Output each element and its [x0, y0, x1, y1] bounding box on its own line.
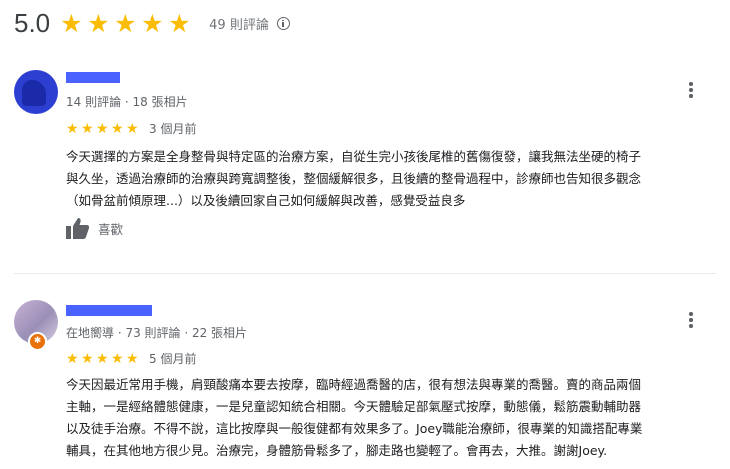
avatar[interactable] — [14, 70, 58, 114]
review-time: 5 個月前 — [149, 352, 197, 366]
star-icon: ★ — [87, 8, 110, 38]
star-icon: ★ — [111, 350, 124, 367]
reviewer-meta: 在地嚮導 · 73 則評論 · 22 張相片 — [66, 326, 248, 340]
divider — [14, 273, 716, 274]
review-rating: ★ ★ ★ ★ ★ 3 個月前 — [66, 120, 196, 137]
review-rating: ★ ★ ★ ★ ★ 5 個月前 — [66, 350, 196, 367]
review-text-line: 今天選擇的方案是全身整骨與特定區的治療方案，自從生完小孩後尾椎的舊傷復發，讓我無… — [66, 149, 642, 164]
reviewer-name[interactable] — [66, 305, 152, 316]
review-text: 今天選擇的方案是全身整骨與特定區的治療方案，自從生完小孩後尾椎的舊傷復發，讓我無… — [66, 146, 641, 212]
review-count[interactable]: 49 則評論 — [209, 14, 269, 33]
review-time: 3 個月前 — [149, 122, 197, 136]
more-options-icon[interactable] — [689, 82, 693, 100]
review-text-line: （如骨盆前傾原理...）以及後續回家自己如何緩解與改善，感覺受益良多 — [66, 193, 466, 208]
reviewer-name[interactable] — [66, 72, 120, 83]
thumbs-up-icon — [66, 218, 90, 239]
review-text-line: 輔具，在其他地方很少見。治療完，身體筋骨鬆多了，腳走路也變輕了。會再去，大推。謝… — [66, 443, 608, 458]
rating-summary: 5.0 ★ ★ ★ ★ ★ 49 則評論 — [14, 6, 290, 40]
review-text-line: 與久坐，透過治療師的治療與跨寬調整後，整個緩解很多，且後續的整骨過程中，診療師也… — [66, 171, 642, 186]
local-guide-badge-icon: ✱ — [28, 332, 47, 351]
star-icon: ★ — [60, 8, 83, 38]
review-text-line: 主軸，一是經絡體態健康，一是兒童認知統合相關。今天體驗足部氣壓式按摩，動態儀，鬆… — [66, 399, 642, 414]
reviewer-meta: 14 則評論 · 18 張相片 — [66, 95, 188, 109]
average-score: 5.0 — [14, 7, 51, 38]
star-icon: ★ — [96, 350, 109, 367]
star-icon: ★ — [111, 120, 124, 137]
star-icon: ★ — [96, 120, 109, 137]
star-icon: ★ — [81, 120, 94, 137]
star-icon: ★ — [66, 120, 79, 137]
like-button[interactable]: 喜歡 — [66, 217, 123, 239]
more-options-icon[interactable] — [689, 312, 693, 330]
review-text-line: 今天因最近常用手機，肩頸酸痛本要去按摩，臨時經過喬醫的店，很有想法與專業的喬醫。… — [66, 377, 642, 392]
star-icon: ★ — [126, 120, 139, 137]
review-text: 今天因最近常用手機，肩頸酸痛本要去按摩，臨時經過喬醫的店，很有想法與專業的喬醫。… — [66, 374, 642, 462]
star-icon: ★ — [114, 8, 137, 38]
star-icon: ★ — [81, 350, 94, 367]
like-label: 喜歡 — [98, 221, 124, 237]
info-icon[interactable] — [276, 16, 290, 30]
star-icon: ★ — [168, 8, 191, 38]
review-text-line: 以及徒手治療。不得不說，這比按摩與一般復健都有效果多了。Joey職能治療師，很專… — [66, 421, 643, 436]
star-icon: ★ — [66, 350, 79, 367]
star-icon: ★ — [141, 8, 164, 38]
star-icon: ★ — [126, 350, 139, 367]
average-stars: ★ ★ ★ ★ ★ — [60, 11, 195, 36]
